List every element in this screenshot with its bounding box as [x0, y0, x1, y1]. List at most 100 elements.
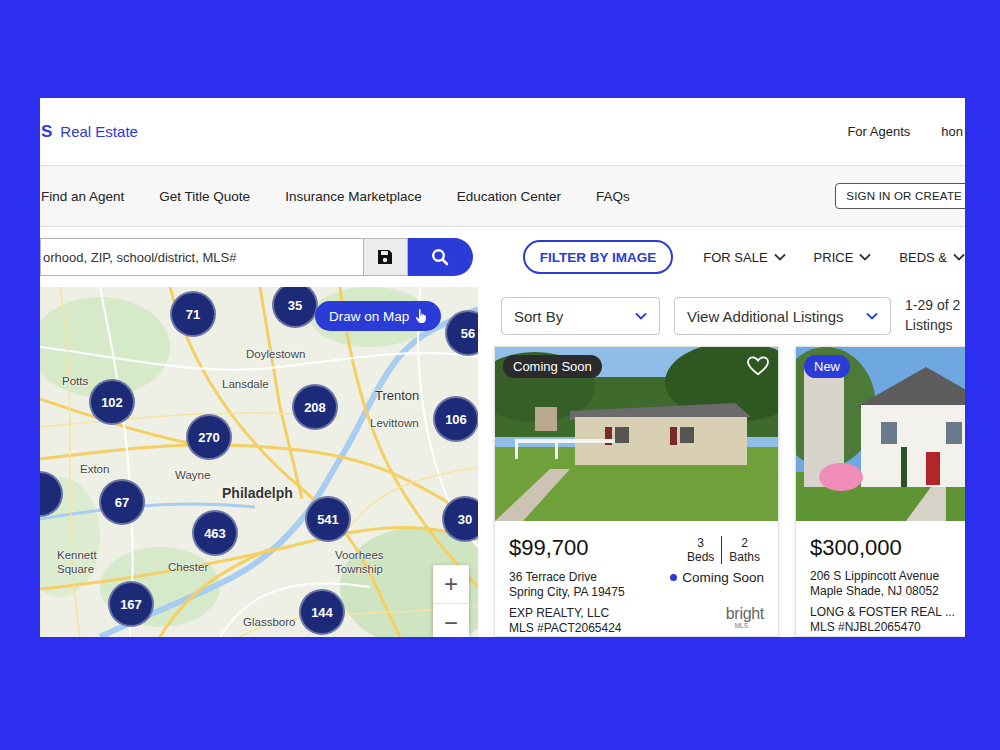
- sign-in-button[interactable]: SIGN IN OR CREATE: [835, 183, 965, 209]
- additional-listings-select[interactable]: View Additional Listings: [674, 297, 891, 335]
- filter-by-image-button[interactable]: FILTER BY IMAGE: [523, 240, 674, 274]
- filter-dropdown[interactable]: FOR SALE: [703, 250, 785, 265]
- cluster-count: 541: [317, 512, 339, 527]
- chevron-down-icon: [866, 312, 878, 320]
- street-address: 36 Terrace Drive: [509, 570, 625, 585]
- cluster-count: 67: [115, 495, 129, 510]
- listing-row: 36 Terrace DriveSpring City, PA 19475 Com…: [509, 570, 764, 600]
- map[interactable]: PottsDoylestownLansdaleTrentonLevittownE…: [40, 287, 478, 637]
- status-dot: [670, 574, 677, 581]
- chevron-down-icon: [859, 253, 871, 261]
- sort-label: Sort By: [514, 308, 563, 325]
- save-search-button[interactable]: [363, 238, 407, 276]
- cluster-count: 71: [186, 307, 200, 322]
- cluster-marker[interactable]: 463: [192, 510, 238, 556]
- result-count-line: Listings: [905, 316, 960, 336]
- beds-baths: 3Beds2Baths: [683, 533, 764, 564]
- zoom-in-button[interactable]: +: [433, 565, 469, 603]
- cluster-marker[interactable]: 71: [170, 291, 216, 337]
- result-count: 1-29 of 2Listings: [905, 296, 960, 335]
- map-canvas[interactable]: [40, 287, 478, 637]
- logo[interactable]: SReal Estate: [41, 122, 138, 142]
- nav-item[interactable]: Find an Agent: [41, 189, 124, 204]
- street-address: 206 S Lippincott Avenue: [810, 569, 939, 584]
- main-nav: Find an Agent Get Title Quote Insurance Ma…: [40, 165, 965, 227]
- nav-item[interactable]: Get Title Quote: [159, 189, 250, 204]
- search-input[interactable]: [40, 238, 363, 276]
- listing-photo[interactable]: New: [796, 347, 965, 521]
- listing-card[interactable]: Coming Soon $99,7003Beds2Baths 36 Terrace …: [494, 346, 779, 637]
- broker-name: EXP REALTY, LLC: [509, 606, 622, 621]
- search-bar: FILTER BY IMAGE FOR SALE PRICE BEDS &: [40, 227, 965, 287]
- cluster-count: 35: [288, 298, 302, 313]
- chevron-down-icon: [635, 312, 647, 320]
- map-place-label: Wayne: [175, 469, 210, 482]
- header-links: For Agents hon: [847, 124, 965, 139]
- filter-dropdown[interactable]: BEDS &: [899, 250, 965, 265]
- chevron-down-icon: [953, 253, 965, 261]
- page: SReal Estate For Agents hon Find an Agent Ge…: [40, 98, 965, 637]
- listing-card[interactable]: New$300,000206 S Lippincott AvenueMaple …: [795, 346, 965, 637]
- listing-status: Coming Soon: [670, 570, 764, 585]
- chevron-down-icon: [774, 253, 786, 261]
- save-icon: [376, 248, 394, 266]
- dropdown-label: PRICE: [814, 250, 854, 265]
- cluster-count: 56: [461, 326, 475, 341]
- filter-dropdown[interactable]: PRICE: [814, 250, 872, 265]
- map-place-label: Exton: [80, 463, 109, 476]
- cluster-marker[interactable]: 144: [299, 589, 345, 635]
- cluster-marker[interactable]: 270: [186, 414, 232, 460]
- nav-item[interactable]: FAQs: [596, 189, 630, 204]
- cluster-marker[interactable]: 541: [305, 496, 351, 542]
- broker-name: LONG & FOSTER REAL ...: [810, 605, 955, 620]
- city-line: Spring City, PA 19475: [509, 585, 625, 600]
- heart-icon[interactable]: [747, 356, 769, 376]
- cluster-count: 208: [304, 400, 326, 415]
- zoom-out-button[interactable]: −: [433, 603, 469, 637]
- cluster-marker[interactable]: 67: [99, 479, 145, 525]
- listing-row: EXP REALTY, LLCMLS #PACT2065424 brightMLS: [509, 606, 764, 636]
- map-place-label: Square: [57, 563, 94, 576]
- map-place-label: Kennett: [57, 549, 97, 562]
- zoom-controls: +−: [433, 565, 469, 637]
- cluster-count: 30: [458, 512, 472, 527]
- cluster-marker[interactable]: 102: [89, 379, 135, 425]
- header-link[interactable]: hon: [941, 124, 963, 139]
- map-place-label: Glassboro: [243, 616, 295, 629]
- filter-dropdowns: FOR SALE PRICE BEDS &: [703, 250, 965, 265]
- listing-photo[interactable]: Coming Soon: [495, 347, 778, 521]
- listing-broker: EXP REALTY, LLCMLS #PACT2065424: [509, 606, 622, 636]
- map-place-label: Chester: [168, 561, 208, 574]
- draw-on-map-button[interactable]: Draw on Map: [315, 301, 441, 331]
- nav-item[interactable]: Insurance Marketplace: [285, 189, 422, 204]
- map-place-label: Township: [335, 563, 383, 576]
- source-sub: MLS: [735, 622, 748, 629]
- listing-address: 36 Terrace DriveSpring City, PA 19475: [509, 570, 625, 600]
- cluster-count: 106: [445, 412, 467, 427]
- listing-badge: Coming Soon: [503, 355, 602, 378]
- logo-text: Real Estate: [60, 123, 138, 140]
- beds-label: Beds: [687, 550, 714, 564]
- source-name: bright: [726, 606, 764, 622]
- cluster-count: 144: [311, 605, 333, 620]
- listing-price: $300,000: [810, 533, 902, 563]
- listing-details: $300,000206 S Lippincott AvenueMaple Sha…: [796, 521, 965, 635]
- cluster-count: 102: [101, 395, 123, 410]
- cluster-marker[interactable]: 167: [108, 581, 154, 627]
- mls-number: MLS #NJBL2065470: [810, 620, 955, 635]
- header-link[interactable]: For Agents: [847, 124, 910, 139]
- search-button[interactable]: [408, 238, 473, 276]
- listings-panel: Sort By View Additional Listings 1-29 of 2…: [478, 287, 965, 637]
- cluster-count: 463: [204, 526, 226, 541]
- cluster-marker[interactable]: 208: [292, 384, 338, 430]
- listing-row: LONG & FOSTER REAL ...MLS #NJBL2065470: [810, 605, 965, 635]
- map-place-label: Potts: [62, 375, 88, 388]
- listing-row: $99,7003Beds2Baths: [509, 533, 764, 564]
- dropdown-label: BEDS &: [899, 250, 947, 265]
- cluster-marker[interactable]: 106: [433, 396, 478, 442]
- listings-toolbar: Sort By View Additional Listings 1-29 of 2…: [494, 297, 965, 335]
- results-area: PottsDoylestownLansdaleTrentonLevittownE…: [40, 287, 965, 637]
- sort-select[interactable]: Sort By: [501, 297, 660, 335]
- nav-item[interactable]: Education Center: [457, 189, 561, 204]
- status-text: Coming Soon: [682, 570, 764, 585]
